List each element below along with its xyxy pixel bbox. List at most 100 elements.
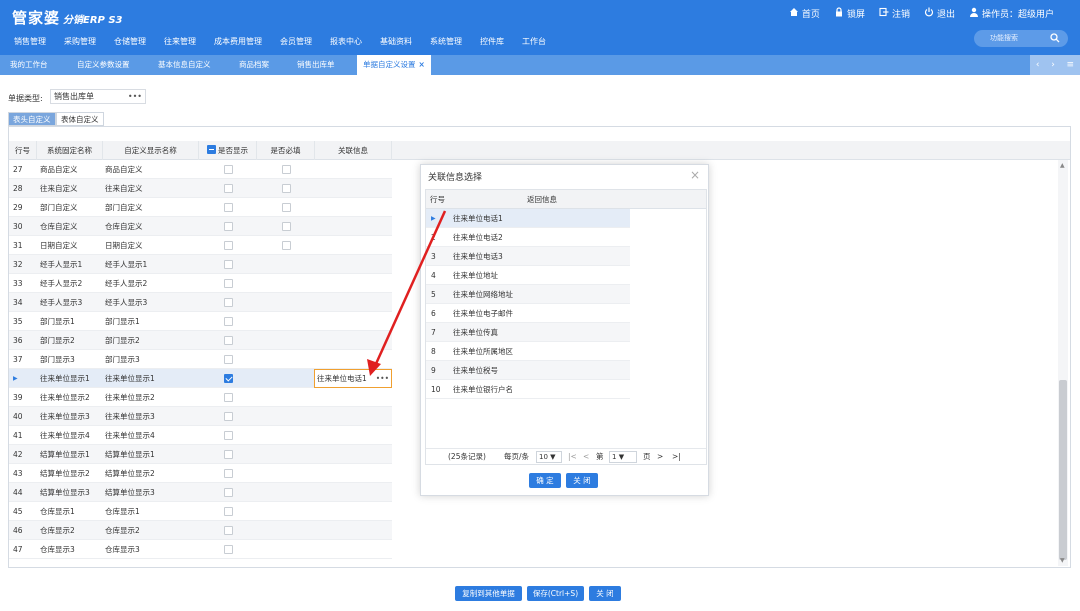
show-checkbox[interactable] — [224, 165, 233, 174]
required-checkbox[interactable] — [282, 165, 291, 174]
next-page-icon[interactable]: > — [657, 449, 663, 465]
table-row[interactable]: 47 仓库显示3 仓库显示3 — [9, 540, 392, 559]
dialog-row[interactable]: 9 往来单位税号 — [426, 361, 630, 380]
table-row[interactable]: 40 往来单位显示3 往来单位显示3 — [9, 407, 392, 426]
close-button[interactable]: 关 闭 — [589, 586, 621, 601]
show-checkbox[interactable] — [224, 393, 233, 402]
subtab-header-custom[interactable]: 表头自定义 — [8, 112, 56, 126]
dialog-row[interactable]: ▶ 往来单位电话1 — [426, 209, 630, 228]
close-tab-icon[interactable]: × — [419, 60, 425, 69]
show-checkbox[interactable] — [224, 450, 233, 459]
table-row[interactable]: 29 部门自定义 部门自定义 — [9, 198, 392, 217]
scroll-down-icon[interactable]: ▼ — [1060, 557, 1065, 564]
nav-item[interactable]: 往来管理 — [164, 36, 196, 47]
show-checkbox[interactable] — [224, 203, 233, 212]
table-row[interactable]: 33 经手人显示2 经手人显示2 — [9, 274, 392, 293]
show-checkbox[interactable] — [224, 545, 233, 554]
table-row[interactable]: 35 部门显示1 部门显示1 — [9, 312, 392, 331]
nav-item[interactable]: 系统管理 — [430, 36, 462, 47]
nav-item[interactable]: 会员管理 — [280, 36, 312, 47]
scroll-up-icon[interactable]: ▲ — [1060, 162, 1065, 169]
prev-page-icon[interactable]: < — [583, 449, 589, 465]
dialog-ok-button[interactable]: 确 定 — [529, 473, 561, 488]
table-row[interactable]: 37 部门显示3 部门显示3 — [9, 350, 392, 369]
table-row[interactable]: 43 结算单位显示2 结算单位显示2 — [9, 464, 392, 483]
save-button[interactable]: 保存(Ctrl+S) — [527, 586, 584, 601]
dialog-close-button[interactable]: 关 闭 — [566, 473, 598, 488]
toplink-logout[interactable]: 注销 — [879, 7, 910, 20]
show-checkbox[interactable] — [224, 184, 233, 193]
table-row[interactable]: 34 经手人显示3 经手人显示3 — [9, 293, 392, 312]
required-checkbox[interactable] — [282, 184, 291, 193]
link-info-cell[interactable]: 往来单位电话1 ••• — [314, 369, 392, 388]
required-checkbox[interactable] — [282, 203, 291, 212]
table-row[interactable]: 30 仓库自定义 仓库自定义 — [9, 217, 392, 236]
table-row[interactable]: 45 仓库显示1 仓库显示1 — [9, 502, 392, 521]
show-checkbox[interactable] — [224, 412, 233, 421]
table-row[interactable]: ▶ 往来单位显示1 往来单位显示1 往来单位电话1 ••• — [9, 369, 392, 388]
show-checkbox[interactable] — [224, 279, 233, 288]
table-row[interactable]: 27 商品自定义 商品自定义 — [9, 160, 392, 179]
table-row[interactable]: 31 日期自定义 日期自定义 — [9, 236, 392, 255]
dialog-row[interactable]: 10 往来单位银行户名 — [426, 380, 630, 399]
last-page-icon[interactable]: >| — [672, 449, 681, 465]
tab-item[interactable]: 销售出库单 — [297, 55, 335, 75]
show-checkbox[interactable] — [224, 222, 233, 231]
search-icon[interactable] — [1050, 33, 1060, 43]
nav-item[interactable]: 基础资料 — [380, 36, 412, 47]
show-checkbox[interactable] — [224, 336, 233, 345]
dialog-row[interactable]: 6 往来单位电子邮件 — [426, 304, 630, 323]
nav-item[interactable]: 仓储管理 — [114, 36, 146, 47]
col-show[interactable]: 是否显示 — [199, 141, 257, 160]
required-checkbox[interactable] — [282, 222, 291, 231]
tab-item[interactable]: 基本信息自定义 — [158, 55, 211, 75]
copy-to-other-doc-button[interactable]: 复制到其他单据 — [455, 586, 522, 601]
table-row[interactable]: 44 结算单位显示3 结算单位显示3 — [9, 483, 392, 502]
close-icon[interactable]: × — [690, 168, 700, 182]
toplink-user[interactable]: 操作员：超级用户 — [969, 7, 1054, 20]
dialog-row[interactable]: 3 往来单位电话3 — [426, 247, 630, 266]
nav-item[interactable]: 销售管理 — [14, 36, 46, 47]
show-checkbox[interactable] — [224, 355, 233, 364]
tab-list-icon[interactable]: ≡ — [1067, 60, 1075, 70]
select-all-checkbox[interactable] — [207, 145, 216, 154]
show-checkbox[interactable] — [224, 431, 233, 440]
dialog-row[interactable]: 8 往来单位所属地区 — [426, 342, 630, 361]
tab-item[interactable]: 商品档案 — [239, 55, 269, 75]
tab-next-icon[interactable]: › — [1051, 60, 1055, 70]
nav-item[interactable]: 工作台 — [522, 36, 546, 47]
table-row[interactable]: 46 仓库显示2 仓库显示2 — [9, 521, 392, 540]
tab-prev-icon[interactable]: ‹ — [1036, 60, 1040, 70]
function-search[interactable]: 功能搜索 — [974, 30, 1068, 47]
more-icon[interactable]: ••• — [128, 90, 142, 103]
tab-scroll-nav[interactable]: ‹ › ≡ — [1030, 55, 1080, 75]
more-icon[interactable]: ••• — [376, 370, 389, 387]
nav-item[interactable]: 采购管理 — [64, 36, 96, 47]
dialog-row[interactable]: 4 往来单位地址 — [426, 266, 630, 285]
vertical-scrollbar[interactable]: ▲ ▼ — [1058, 160, 1068, 566]
tab-item[interactable]: 单据自定义设置 × — [357, 55, 431, 75]
table-row[interactable]: 32 经手人显示1 经手人显示1 — [9, 255, 392, 274]
show-checkbox[interactable] — [224, 526, 233, 535]
page-number-input[interactable]: 1 ▼ — [609, 451, 637, 463]
show-checkbox[interactable] — [224, 298, 233, 307]
nav-item[interactable]: 成本费用管理 — [214, 36, 262, 47]
toplink-power[interactable]: 退出 — [924, 7, 955, 20]
tab-item[interactable]: 我的工作台 — [10, 55, 48, 75]
show-checkbox[interactable] — [224, 507, 233, 516]
show-checkbox[interactable] — [224, 317, 233, 326]
table-row[interactable]: 42 结算单位显示1 结算单位显示1 — [9, 445, 392, 464]
doc-type-field[interactable]: 销售出库单 ••• — [50, 89, 146, 104]
table-row[interactable]: 28 往来自定义 往来自定义 — [9, 179, 392, 198]
table-row[interactable]: 36 部门显示2 部门显示2 — [9, 331, 392, 350]
required-checkbox[interactable] — [282, 241, 291, 250]
nav-item[interactable]: 报表中心 — [330, 36, 362, 47]
table-row[interactable]: 39 往来单位显示2 往来单位显示2 — [9, 388, 392, 407]
dialog-row[interactable]: 5 往来单位网络地址 — [426, 285, 630, 304]
toplink-lock[interactable]: 锁屏 — [834, 7, 865, 20]
show-checkbox[interactable] — [224, 488, 233, 497]
show-checkbox[interactable] — [224, 241, 233, 250]
show-checkbox[interactable] — [224, 469, 233, 478]
tab-item[interactable]: 自定义参数设置 — [77, 55, 130, 75]
dialog-row[interactable]: 2 往来单位电话2 — [426, 228, 630, 247]
